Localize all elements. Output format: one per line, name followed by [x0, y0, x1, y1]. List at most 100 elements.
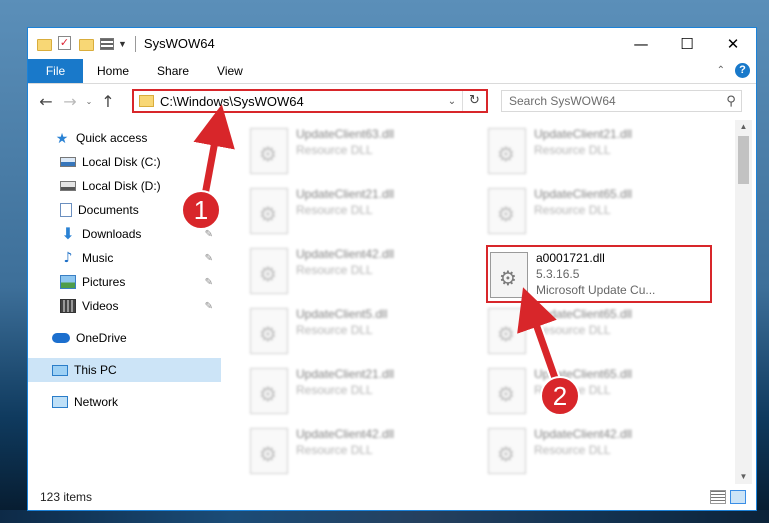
divider: [134, 35, 136, 52]
file-description: Resource DLL: [534, 203, 611, 217]
title-bar: ✓ ▼ SysWOW64 — ☐ ✕: [28, 28, 756, 59]
view-switcher: [706, 490, 746, 504]
file-item[interactable]: ⚙ UpdateClient5.dll Resource DLL: [250, 304, 478, 358]
gear-icon: ⚙: [259, 262, 277, 286]
file-description: Resource DLL: [296, 383, 373, 397]
up-arrow-icon[interactable]: ↑: [96, 92, 120, 111]
file-description: Resource DLL: [534, 323, 611, 337]
scroll-down-icon[interactable]: ▼: [735, 470, 752, 484]
file-item[interactable]: ⚙ UpdateClient65.dllResource DLL: [488, 364, 716, 418]
refresh-icon[interactable]: ↻: [462, 91, 486, 111]
disk-icon: [60, 181, 76, 191]
pin-icon[interactable]: ✎: [205, 253, 213, 264]
file-name: UpdateClient63.dll: [296, 127, 395, 141]
file-item[interactable]: ⚙ UpdateClient21.dll Resource DLL: [250, 364, 478, 418]
status-bar: 123 items: [28, 484, 756, 510]
file-list: ⚙ UpdateClient63.dll Resource DLL ⚙ Updat…: [238, 120, 736, 480]
pin-icon[interactable]: ✎: [205, 277, 213, 288]
file-description: Resource DLL: [296, 443, 373, 457]
pin-icon[interactable]: ✎: [205, 229, 213, 240]
dll-file-icon: ⚙: [250, 188, 288, 234]
recent-locations-chevron-icon[interactable]: ⌄: [82, 97, 96, 106]
sidebar-item-pictures[interactable]: Pictures ✎: [28, 270, 221, 294]
sidebar-item-network[interactable]: Network: [28, 390, 221, 414]
sidebar-item-label: Music: [82, 251, 114, 265]
sidebar-item-label: Downloads: [82, 227, 142, 241]
gear-icon: ⚙: [259, 442, 277, 466]
minimize-button[interactable]: —: [618, 28, 664, 59]
tab-view[interactable]: View: [203, 59, 257, 83]
window-title: SysWOW64: [143, 36, 215, 51]
navigation-pane: ★ Quick access Local Disk (C:) Local Dis…: [28, 120, 221, 480]
tab-share[interactable]: Share: [143, 59, 203, 83]
sidebar-item-label: Network: [74, 395, 119, 409]
file-item[interactable]: ⚙ UpdateClient42.dll Resource DLL: [250, 244, 478, 298]
new-folder-icon[interactable]: [79, 36, 94, 51]
file-item[interactable]: ⚙ UpdateClient65.dllResource DLL: [488, 184, 716, 238]
ribbon-tabs: File Home Share View ⌃ ?: [28, 59, 756, 84]
sidebar-item-label: OneDrive: [76, 331, 127, 345]
close-button[interactable]: ✕: [710, 28, 756, 59]
address-dropdown-icon[interactable]: ⌄: [442, 96, 462, 107]
sidebar-item-label: Videos: [82, 299, 119, 313]
vertical-scrollbar[interactable]: ▲ ▼: [735, 120, 752, 484]
file-item[interactable]: ⚙ UpdateClient65.dllResource DLL: [488, 304, 716, 358]
dll-file-icon: ⚙: [250, 308, 288, 354]
file-item[interactable]: ⚙ UpdateClient21.dll Resource DLL: [250, 184, 478, 238]
file-item[interactable]: ⚙ UpdateClient42.dll Resource DLL: [488, 424, 716, 478]
folder-icon[interactable]: [37, 36, 52, 51]
highlight-box: [486, 245, 712, 303]
star-icon: ★: [55, 130, 69, 146]
download-icon: ⬇: [61, 224, 75, 243]
ribbon-right-controls: ⌃ ?: [717, 63, 750, 78]
search-input[interactable]: Search SysWOW64: [502, 94, 721, 108]
tab-home[interactable]: Home: [83, 59, 143, 83]
maximize-button[interactable]: ☐: [664, 28, 710, 59]
file-item[interactable]: ⚙ UpdateClient42.dll Resource DLL: [250, 424, 478, 478]
file-description: Resource DLL: [534, 143, 611, 157]
search-box[interactable]: Search SysWOW64 ⚲: [501, 90, 742, 112]
dll-file-icon: ⚙: [250, 248, 288, 294]
sidebar-item-label: Pictures: [82, 275, 126, 289]
gear-icon: ⚙: [497, 322, 515, 346]
scroll-up-icon[interactable]: ▲: [735, 120, 752, 134]
file-name: UpdateClient65.dll: [534, 187, 633, 201]
sidebar-item-this-pc[interactable]: This PC: [28, 358, 221, 382]
address-path[interactable]: C:\Windows\SysWOW64: [160, 94, 442, 109]
gear-icon: ⚙: [497, 442, 515, 466]
search-icon[interactable]: ⚲: [721, 94, 741, 109]
sidebar-item-quick-access[interactable]: ★ Quick access: [28, 126, 221, 150]
sidebar-item-label: Quick access: [76, 131, 148, 145]
videos-icon: [60, 299, 76, 313]
callout-step-2: 2: [540, 376, 580, 416]
music-icon: ♪: [63, 250, 73, 266]
back-arrow-icon[interactable]: ←: [34, 92, 58, 111]
sidebar-item-videos[interactable]: Videos ✎: [28, 294, 221, 318]
sidebar-item-label: Local Disk (D:): [82, 179, 161, 193]
address-bar[interactable]: C:\Windows\SysWOW64 ⌄ ↻: [132, 89, 488, 113]
forward-arrow-icon[interactable]: →: [58, 92, 82, 111]
pin-icon[interactable]: ✎: [205, 301, 213, 312]
help-icon[interactable]: ?: [735, 63, 750, 78]
sidebar-item-music[interactable]: ♪ Music ✎: [28, 246, 221, 270]
sidebar-item-onedrive[interactable]: OneDrive: [28, 326, 221, 350]
details-view-icon[interactable]: [710, 490, 726, 504]
expand-ribbon-icon[interactable]: ⌃: [717, 65, 725, 76]
large-icons-view-icon[interactable]: [730, 490, 746, 504]
quick-access-toolbar: ✓ ▼: [37, 35, 144, 52]
scroll-thumb[interactable]: [738, 136, 749, 184]
file-item[interactable]: ⚙ UpdateClient21.dll Resource DLL: [488, 124, 716, 178]
properties-icon[interactable]: [100, 36, 115, 51]
dll-file-icon: ⚙: [488, 428, 526, 474]
customize-toolbar-caret-icon[interactable]: ▼: [118, 39, 127, 49]
tab-file[interactable]: File: [28, 59, 83, 83]
file-name: UpdateClient21.dll: [534, 127, 633, 141]
desktop-background: [0, 510, 769, 523]
file-description: Resource DLL: [296, 263, 373, 277]
properties-check-icon[interactable]: ✓: [58, 36, 73, 51]
network-icon: [52, 396, 68, 408]
file-item[interactable]: ⚙ UpdateClient63.dll Resource DLL: [250, 124, 478, 178]
dll-file-icon: ⚙: [488, 368, 526, 414]
dll-file-icon: ⚙: [488, 128, 526, 174]
sidebar-item-local-disk-c[interactable]: Local Disk (C:): [28, 150, 221, 174]
